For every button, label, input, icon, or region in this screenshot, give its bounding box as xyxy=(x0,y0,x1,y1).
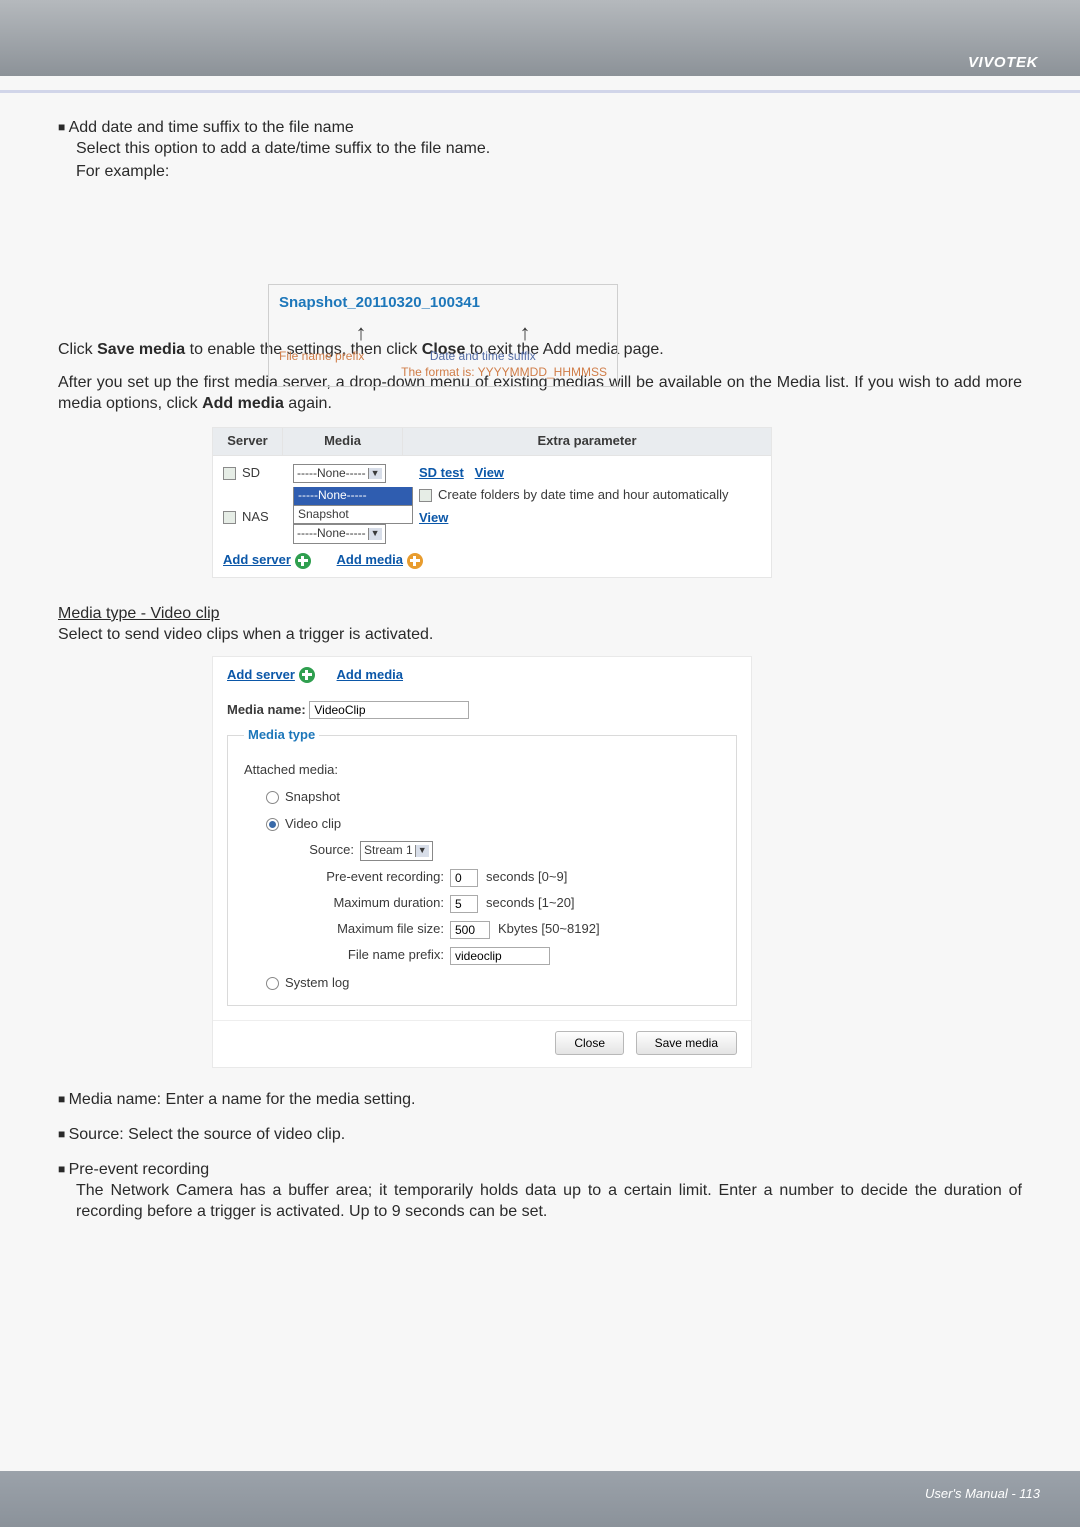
table-body: SD -----None----- ▼ SD test View NAS xyxy=(213,456,771,577)
link-add-server[interactable]: Add server xyxy=(223,552,291,567)
label-source: Source: xyxy=(300,842,360,859)
dropdown-value: -----None----- xyxy=(297,466,366,482)
footer-band xyxy=(0,1471,1080,1527)
unit-maxsize: Kbytes [50~8192] xyxy=(498,921,600,938)
label-preevent: Pre-event recording: xyxy=(300,869,450,886)
bullet-preevent-head: Pre-event recording xyxy=(58,1160,1022,1181)
col-media: Media xyxy=(283,428,403,455)
arrow-up-icon: ↑ xyxy=(279,319,443,348)
bullet-media-name: Media name: Enter a name for the media s… xyxy=(58,1090,1022,1111)
col-server: Server xyxy=(213,428,283,455)
label-maxdur: Maximum duration: xyxy=(300,895,450,912)
link-sd-test[interactable]: SD test xyxy=(419,465,464,480)
bullet-source: Source: Select the source of video clip. xyxy=(58,1125,1022,1146)
label-attached-media: Attached media: xyxy=(244,762,720,779)
chevron-down-icon: ▼ xyxy=(415,845,429,857)
chevron-down-icon: ▼ xyxy=(368,528,382,540)
text-for-example: For example: xyxy=(76,162,1022,183)
form-toolbar: Add server Add media xyxy=(213,657,751,690)
row-source: Source: Stream 1 ▼ xyxy=(300,841,720,861)
option-snapshot[interactable]: Snapshot xyxy=(266,789,720,806)
label-system-log: System log xyxy=(285,975,349,992)
form-body: Media name: Media type Attached media: S… xyxy=(213,701,751,1020)
row-maxdur: Maximum duration: seconds [1~20] xyxy=(300,895,720,913)
header-bar xyxy=(0,0,1080,76)
label-date-time-suffix: Date and time suffix xyxy=(430,349,607,365)
text-select-option: Select this option to add a date/time su… xyxy=(76,139,1022,160)
brand-label: VIVOTEK xyxy=(968,54,1038,71)
label-sd: SD xyxy=(242,465,260,482)
link-add-media[interactable]: Add media xyxy=(337,552,403,567)
bullet-preevent-body: The Network Camera has a buffer area; it… xyxy=(76,1181,1022,1223)
dropdown-option-snapshot[interactable]: Snapshot xyxy=(293,506,413,525)
header-divider xyxy=(0,90,1080,93)
label-format: The format is: YYYYMMDD_HHMMSS xyxy=(279,365,607,381)
fieldset-media-type: Media type Attached media: Snapshot Vide… xyxy=(227,727,737,1006)
input-maxsize[interactable] xyxy=(450,921,490,939)
text-bold-save-media: Save media xyxy=(97,341,185,358)
col-extra: Extra parameter xyxy=(403,428,771,455)
dropdown-source[interactable]: Stream 1 ▼ xyxy=(360,841,433,861)
heading-media-type-video-clip: Media type - Video clip xyxy=(58,604,1022,625)
form-button-row: Close Save media xyxy=(213,1020,751,1067)
label-nas: NAS xyxy=(242,509,269,526)
filename-example-box: Snapshot_20110320_100341 ↑ ↑ File name p… xyxy=(268,284,618,387)
plus-icon xyxy=(407,553,423,569)
text: again. xyxy=(284,395,332,412)
label-snapshot: Snapshot xyxy=(285,789,340,806)
page-content: Add date and time suffix to the file nam… xyxy=(58,118,1022,1222)
link-view[interactable]: View xyxy=(475,465,504,480)
dropdown-sd-media[interactable]: -----None----- ▼ xyxy=(293,464,386,484)
plus-icon xyxy=(295,553,311,569)
save-media-button[interactable]: Save media xyxy=(636,1031,737,1055)
row-media-name: Media name: xyxy=(227,701,737,719)
unit-maxdur: seconds [1~20] xyxy=(486,895,575,912)
table-row: NAS -----None----- Snapshot -----None---… xyxy=(223,487,761,544)
link-view-nas[interactable]: View xyxy=(419,510,448,525)
row-preevent: Pre-event recording: seconds [0~9] xyxy=(300,869,720,887)
footer-text: User's Manual - 113 xyxy=(925,1486,1040,1501)
link-add-media[interactable]: Add media xyxy=(337,667,403,684)
bullet-add-date-suffix: Add date and time suffix to the file nam… xyxy=(58,118,1022,139)
input-preevent[interactable] xyxy=(450,869,478,887)
radio-icon xyxy=(266,977,279,990)
option-system-log[interactable]: System log xyxy=(266,975,720,992)
input-media-name[interactable] xyxy=(309,701,469,719)
plus-icon xyxy=(299,667,315,683)
arrow-up-icon: ↑ xyxy=(443,319,607,348)
dropdown-value: -----None----- xyxy=(297,526,366,542)
text-bold-add-media: Add media xyxy=(202,395,284,412)
legend-media-type: Media type xyxy=(244,727,319,744)
unit-preevent: seconds [0~9] xyxy=(486,869,567,886)
label-maxsize: Maximum file size: xyxy=(300,921,450,938)
option-video-clip[interactable]: Video clip xyxy=(266,816,720,833)
checkbox-nas[interactable] xyxy=(223,511,236,524)
text-select-send-video: Select to send video clips when a trigge… xyxy=(58,625,1022,646)
table-row: SD -----None----- ▼ SD test View xyxy=(223,464,761,484)
label-create-folders: Create folders by date time and hour aut… xyxy=(438,487,729,504)
dropdown-nas-media[interactable]: -----None----- ▼ xyxy=(293,524,386,544)
link-add-server[interactable]: Add server xyxy=(227,667,295,682)
dropdown-option-none-highlight[interactable]: -----None----- xyxy=(293,487,413,506)
text: Click xyxy=(58,341,97,358)
checkbox-sd[interactable] xyxy=(223,467,236,480)
chevron-down-icon: ▼ xyxy=(368,468,382,480)
row-prefix: File name prefix: xyxy=(300,947,720,965)
radio-icon xyxy=(266,818,279,831)
media-list-table: Server Media Extra parameter SD -----Non… xyxy=(212,427,772,578)
radio-icon xyxy=(266,791,279,804)
close-button[interactable]: Close xyxy=(555,1031,624,1055)
label-prefix: File name prefix: xyxy=(300,947,450,964)
label-file-name-prefix: File name prefix xyxy=(279,349,430,365)
input-prefix[interactable] xyxy=(450,947,550,965)
label-media-name: Media name: xyxy=(227,702,306,717)
row-maxsize: Maximum file size: Kbytes [50~8192] xyxy=(300,921,720,939)
media-form: Add server Add media Media name: Media t… xyxy=(212,656,752,1069)
checkbox-create-folders[interactable] xyxy=(419,489,432,502)
label-video-clip: Video clip xyxy=(285,816,341,833)
example-filename: Snapshot_20110320_100341 xyxy=(279,293,607,313)
input-maxdur[interactable] xyxy=(450,895,478,913)
table-header: Server Media Extra parameter xyxy=(213,428,771,456)
dropdown-value: Stream 1 xyxy=(364,843,413,859)
